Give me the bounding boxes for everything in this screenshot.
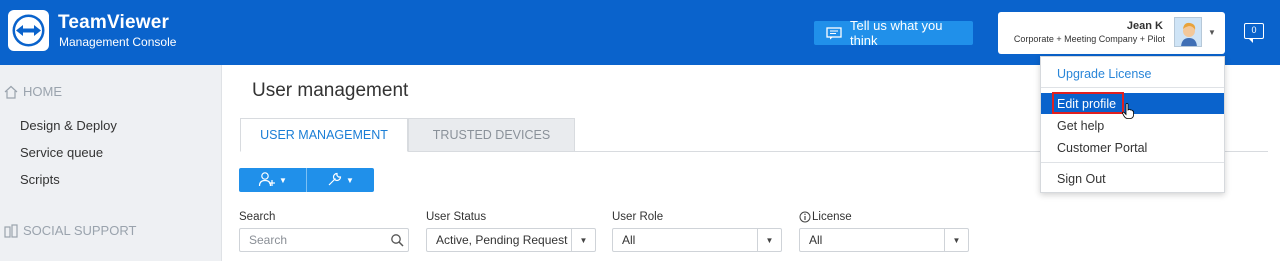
notifications-icon[interactable]: 0	[1244, 23, 1264, 43]
menu-item-upgrade-license[interactable]: Upgrade License	[1041, 63, 1224, 84]
teamviewer-logo-icon[interactable]	[8, 10, 49, 51]
sidebar-section-home[interactable]: HOME	[4, 84, 62, 99]
user-dropdown-menu: Upgrade License Edit profile Get help Cu…	[1040, 56, 1225, 193]
wrench-icon	[327, 171, 343, 189]
sidebar-item-scripts[interactable]: Scripts	[20, 172, 60, 187]
user-role-label: User Role	[612, 211, 664, 223]
search-icon[interactable]	[390, 233, 404, 250]
chevron-down-icon: ▼	[571, 229, 595, 251]
user-name: Jean K	[1126, 20, 1163, 32]
feedback-icon	[826, 26, 842, 40]
user-status-select[interactable]: Active, Pending Request ▼	[426, 228, 596, 252]
brand-subtitle: Management Console	[59, 35, 177, 49]
chevron-down-icon: ▼	[944, 229, 968, 251]
chevron-down-icon: ▼	[757, 229, 781, 251]
user-account-dropdown[interactable]: Jean K Corporate + Meeting Company + Pil…	[998, 12, 1225, 54]
sidebar-item-design-deploy[interactable]: Design & Deploy	[20, 118, 117, 133]
user-status-value: Active, Pending Request	[436, 233, 568, 247]
menu-item-customer-portal[interactable]: Customer Portal	[1041, 137, 1224, 158]
sidebar-section-label: HOME	[23, 84, 62, 99]
sidebar-section-social-support[interactable]: SOCIAL SUPPORT	[4, 223, 136, 238]
toolbar-button-group: ▼ ▼	[239, 168, 374, 192]
license-label-group: License	[799, 211, 852, 223]
search-placeholder: Search	[249, 233, 288, 247]
avatar	[1174, 17, 1202, 47]
chevron-down-icon: ▼	[1208, 28, 1216, 37]
menu-divider	[1041, 87, 1224, 88]
hand-cursor-icon	[1122, 103, 1134, 124]
page-title: User management	[252, 80, 409, 101]
sidebar-item-service-queue[interactable]: Service queue	[20, 145, 103, 160]
license-value: All	[809, 233, 823, 247]
tab-trusted-devices[interactable]: TRUSTED DEVICES	[408, 118, 575, 152]
license-label: License	[812, 211, 852, 223]
user-company: Corporate + Meeting Company + Pilot	[1013, 34, 1165, 44]
info-icon[interactable]	[799, 211, 811, 223]
menu-divider	[1041, 162, 1224, 163]
search-input[interactable]: Search	[239, 228, 409, 252]
add-user-button[interactable]: ▼	[239, 168, 307, 192]
tab-user-management[interactable]: USER MANAGEMENT	[240, 118, 408, 152]
home-icon	[4, 85, 18, 99]
user-role-select[interactable]: All ▼	[612, 228, 782, 252]
brand-title: TeamViewer	[58, 12, 170, 33]
license-select[interactable]: All ▼	[799, 228, 969, 252]
add-user-icon	[258, 171, 276, 189]
chevron-down-icon: ▼	[279, 175, 287, 185]
search-label: Search	[239, 211, 276, 223]
menu-item-sign-out[interactable]: Sign Out	[1041, 168, 1224, 189]
feedback-button[interactable]: Tell us what you think	[814, 18, 973, 48]
social-icon	[4, 223, 18, 238]
user-role-value: All	[622, 233, 636, 247]
chevron-down-icon: ▼	[346, 175, 354, 185]
sidebar-section-label: SOCIAL SUPPORT	[23, 223, 137, 238]
highlight-box	[1052, 92, 1124, 114]
sidebar: HOME Design & Deploy Service queue Scrip…	[0, 65, 222, 261]
user-status-label: User Status	[426, 211, 487, 223]
tools-button[interactable]: ▼	[307, 168, 374, 192]
feedback-label: Tell us what you think	[850, 18, 943, 48]
